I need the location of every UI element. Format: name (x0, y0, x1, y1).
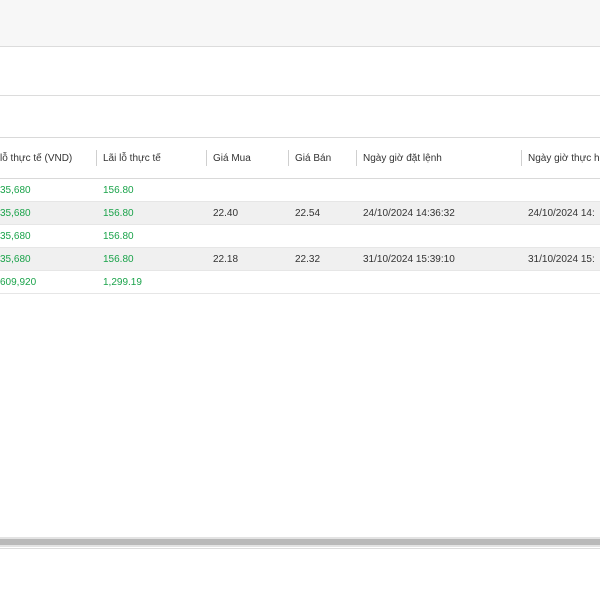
cell-execution-time (521, 178, 600, 202)
cell-total-pl-vnd: 609,920 (0, 270, 96, 294)
table-row-total[interactable]: 609,920 1,299.19 (0, 270, 600, 294)
cell-pl-vnd: 35,680 (0, 178, 96, 202)
column-header-label: Giá Mua (213, 152, 251, 164)
cell-pl: 156.80 (96, 201, 206, 225)
cell-buy-price (206, 178, 288, 202)
cell-order-time: 24/10/2024 14:36:32 (356, 201, 521, 225)
table-row[interactable]: 35,680 156.80 22.18 22.32 31/10/2024 15:… (0, 247, 600, 271)
toolbar-area (0, 47, 600, 96)
cell-pl-vnd: 35,680 (0, 224, 96, 248)
column-header-label: Ngày giờ đặt lệnh (363, 152, 442, 164)
cell-order-time (356, 224, 521, 248)
column-header-label: Lãi lỗ thực tế (103, 152, 161, 164)
cell-pl: 156.80 (96, 224, 206, 248)
column-header-label: Ngày giờ thực h (528, 152, 600, 164)
cell-pl-vnd: 35,680 (0, 247, 96, 271)
column-header-buy-price[interactable]: Giá Mua (206, 137, 288, 179)
cell-buy-price (206, 270, 288, 294)
cell-order-time: 31/10/2024 15:39:10 (356, 247, 521, 271)
cell-sell-price: 22.32 (288, 247, 356, 271)
cell-execution-time: 24/10/2024 14: (521, 201, 600, 225)
cell-sell-price: 22.54 (288, 201, 356, 225)
cell-sell-price (288, 270, 356, 294)
table-row[interactable]: 35,680 156.80 (0, 178, 600, 202)
trade-history-table-container[interactable]: lỗ thực tế (VND) Lãi lỗ thực tế Giá Mua … (0, 137, 600, 537)
column-header-realized-pl[interactable]: Lãi lỗ thực tế (96, 137, 206, 179)
cell-buy-price: 22.18 (206, 247, 288, 271)
cell-total-pl: 1,299.19 (96, 270, 206, 294)
cell-execution-time (521, 270, 600, 294)
column-separator[interactable] (288, 150, 289, 166)
cell-execution-time (521, 224, 600, 248)
column-header-realized-pl-vnd[interactable]: lỗ thực tế (VND) (0, 137, 96, 179)
bottom-strip (0, 591, 600, 600)
cell-sell-price (288, 178, 356, 202)
column-separator[interactable] (206, 150, 207, 166)
app-window: lỗ thực tế (VND) Lãi lỗ thực tế Giá Mua … (0, 0, 600, 600)
cell-order-time (356, 178, 521, 202)
cell-pl: 156.80 (96, 178, 206, 202)
cell-pl: 156.80 (96, 247, 206, 271)
filter-area (0, 96, 600, 137)
table-header-row: lỗ thực tế (VND) Lãi lỗ thực tế Giá Mua … (0, 137, 600, 179)
column-header-label: Giá Bán (295, 152, 332, 164)
column-separator[interactable] (521, 150, 522, 166)
trade-history-table: lỗ thực tế (VND) Lãi lỗ thực tế Giá Mua … (0, 137, 600, 294)
horizontal-scrollbar[interactable] (0, 537, 600, 547)
cell-buy-price (206, 224, 288, 248)
cell-execution-time: 31/10/2024 15: (521, 247, 600, 271)
top-bar (0, 0, 600, 47)
cell-buy-price: 22.40 (206, 201, 288, 225)
column-header-order-time[interactable]: Ngày giờ đặt lệnh (356, 137, 521, 179)
cell-pl-vnd: 35,680 (0, 201, 96, 225)
scrollbar-thumb[interactable] (0, 539, 600, 545)
table-row[interactable]: 35,680 156.80 22.40 22.54 24/10/2024 14:… (0, 201, 600, 225)
table-row[interactable]: 35,680 156.80 (0, 224, 600, 248)
footer-bar (0, 548, 600, 592)
column-header-sell-price[interactable]: Giá Bán (288, 137, 356, 179)
cell-sell-price (288, 224, 356, 248)
column-separator[interactable] (96, 150, 97, 166)
column-header-execution-time[interactable]: Ngày giờ thực h (521, 137, 600, 179)
cell-order-time (356, 270, 521, 294)
column-separator[interactable] (356, 150, 357, 166)
